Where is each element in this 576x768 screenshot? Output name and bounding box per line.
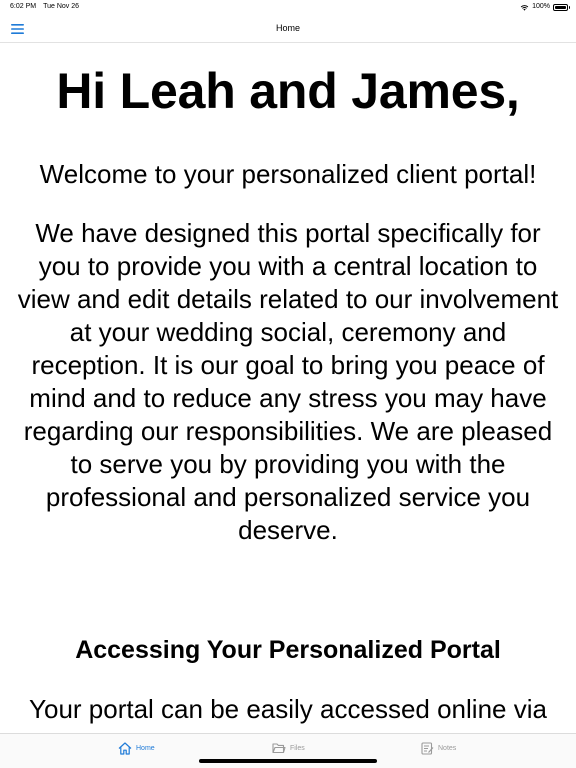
folder-icon — [272, 743, 286, 754]
tab-notes[interactable]: Notes — [421, 740, 456, 756]
tab-home-label: Home — [136, 744, 155, 752]
house-icon — [118, 741, 132, 755]
intro-paragraph: We have designed this portal specificall… — [17, 218, 559, 545]
status-right: 100% — [520, 0, 570, 14]
nav-title: Home — [275, 23, 300, 33]
tab-files[interactable]: Files — [272, 740, 305, 756]
battery-fill — [555, 5, 566, 9]
status-left: 6:02 PM Tue Nov 26 — [10, 0, 79, 14]
tab-notes-label: Notes — [438, 744, 457, 752]
home-indicator — [199, 759, 377, 763]
greeting-heading: Hi Leah and James, — [56, 63, 520, 119]
access-paragraph: Your portal can be easily accessed onlin… — [29, 694, 547, 724]
status-time: 6:02 PM — [10, 3, 37, 10]
main-content[interactable]: Hi Leah and James, Welcome to your perso… — [0, 43, 576, 734]
battery-percent: 100% — [532, 3, 550, 10]
notes-icon — [421, 741, 434, 755]
welcome-text: Welcome to your personalized client port… — [39, 159, 537, 189]
battery-icon — [553, 3, 570, 11]
status-bar: 6:02 PM Tue Nov 26 100% — [0, 0, 576, 14]
tab-bar: Home Files Notes — [0, 733, 576, 768]
tab-home[interactable]: Home — [118, 740, 155, 756]
screen: 6:02 PM Tue Nov 26 100% Home Hi Leah and… — [0, 0, 576, 768]
nav-bar: Home — [0, 14, 576, 43]
tab-files-label: Files — [290, 744, 305, 752]
wifi-icon — [520, 4, 529, 11]
section-heading: Accessing Your Personalized Portal — [75, 636, 501, 664]
status-date: Tue Nov 26 — [43, 3, 80, 10]
